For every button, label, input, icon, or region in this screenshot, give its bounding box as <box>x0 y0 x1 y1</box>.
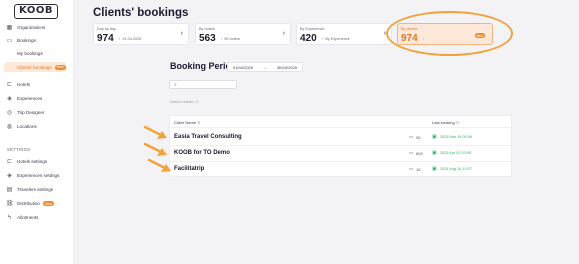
bolt-icon: ϟ <box>7 214 12 221</box>
new-badge: New <box>54 64 66 70</box>
kpi-label: By Experience <box>300 27 325 31</box>
search-icon: ⌕ <box>174 82 177 88</box>
briefcase-icon: ▭ <box>6 37 13 44</box>
booking-count: 10 <box>416 167 421 172</box>
chevron-right-icon: › <box>180 30 183 37</box>
sidebar-item-distribution[interactable]: ⛓ Distribution New <box>6 198 54 209</box>
sort-icon: ⇅ <box>197 120 201 125</box>
kpi-card-day-by-day[interactable]: Day by day 974 › 01.04.2025 › <box>93 23 189 45</box>
sidebar-item-organizations[interactable]: ▦ Organizations <box>6 22 46 33</box>
message-icon[interactable]: ▭ <box>409 150 413 156</box>
bed-icon: ⊏ <box>6 81 13 88</box>
sidebar-item-label: Organizations <box>17 25 46 30</box>
calendar-icon: ▣ <box>432 134 437 140</box>
calendar-icon: ▣ <box>432 150 437 156</box>
settings-section-label: SETTINGS <box>7 147 31 152</box>
compass-icon: ◈ <box>7 172 12 179</box>
kpi-label: By hotels <box>199 27 215 31</box>
sidebar-item-clients-bookings[interactable]: Clients' bookings New <box>4 62 66 72</box>
building-icon: ▦ <box>6 24 13 31</box>
sidebar-item-label: My bookings <box>17 50 43 56</box>
koob-logo[interactable]: KOOB <box>14 4 58 19</box>
compass-icon: ◈ <box>7 95 12 102</box>
clients-table: Client Name ⇅ Last booking ⇅ Easia Trave… <box>169 115 512 177</box>
client-name[interactable]: Easia Travel Consulting <box>174 134 242 140</box>
message-icon[interactable]: ▭ <box>409 166 413 172</box>
sidebar-item-label: Experiences settings <box>17 173 60 178</box>
new-badge: New <box>42 201 54 206</box>
globe-icon: ◍ <box>6 123 13 130</box>
last-booking-date: 2025 Mar 15 09:36 <box>440 135 472 139</box>
date-range-picker[interactable]: 01/04/2025 → 30/04/2025 <box>227 62 303 72</box>
search-results-note: Search results • 3 <box>170 100 199 104</box>
kpi-meta: › 50 hotels <box>221 37 240 41</box>
end-date: 30/04/2025 <box>276 64 297 70</box>
booking-count: 602 <box>416 151 423 156</box>
sidebar-item-label: Bookings <box>17 38 36 43</box>
kpi-meta: › By Experience <box>322 37 350 41</box>
arrow-right-icon: → <box>262 64 267 70</box>
kpi-value: 974 <box>97 33 114 44</box>
sidebar-item-locations[interactable]: ◍ Locations <box>6 121 37 132</box>
kpi-value: 563 <box>199 33 216 44</box>
sidebar-item-hotels[interactable]: ⊏ Hotels <box>6 79 30 90</box>
sidebar-item-experiences[interactable]: ◈ Experiences <box>6 93 42 104</box>
client-name[interactable]: KOOB for TO Demo <box>174 150 230 156</box>
chevron-right-icon: › <box>282 30 285 37</box>
sidebar-item-label: Hotels settings <box>17 159 48 164</box>
share-icon: ⛓ <box>6 200 14 207</box>
sort-icon: ⇅ <box>455 120 460 125</box>
sidebar-item-travelers-settings[interactable]: ▤ Travelers settings <box>6 184 53 195</box>
highlight-ellipse-annotation <box>386 11 513 56</box>
column-header-last-booking[interactable]: Last booking ⇅ <box>432 120 459 125</box>
sidebar-item-label: Clients' bookings <box>17 64 52 70</box>
kpi-meta: › 01.04.2025 <box>119 37 142 41</box>
kpi-card-by-experience[interactable]: By Experience 420 › By Experience › <box>296 23 392 45</box>
start-date: 01/04/2025 <box>232 64 254 70</box>
message-icon[interactable]: ▭ <box>409 134 413 140</box>
sidebar-item-allotments[interactable]: ϟ Allotments <box>6 212 39 223</box>
search-input[interactable]: ⌕ <box>169 80 237 89</box>
sidebar-item-label: Allotments <box>17 215 39 220</box>
last-booking-date: 2025 Apr 02 10:55 <box>440 151 472 155</box>
divider <box>170 127 511 128</box>
sidebar-item-label: Distribution <box>17 201 40 206</box>
sidebar: KOOB ▦ Organizations ▭ Bookings My booki… <box>0 0 74 264</box>
map-pin-icon: ◎ <box>6 109 13 116</box>
kpi-card-by-hotels[interactable]: By hotels 563 › 50 hotels › <box>195 23 291 45</box>
column-header-client[interactable]: Client Name ⇅ <box>174 120 201 125</box>
bed-icon: ⊏ <box>6 158 13 165</box>
sidebar-item-label: Experiences <box>17 96 43 101</box>
arrow-annotation <box>147 158 171 172</box>
users-icon: ▤ <box>6 186 13 193</box>
sidebar-item-bookings[interactable]: ▭ Bookings <box>6 35 36 46</box>
sidebar-item-hotels-settings[interactable]: ⊏ Hotels settings <box>6 156 47 167</box>
arrow-annotation <box>143 125 167 139</box>
last-booking-date: 2024 Aug 15 10:07 <box>440 167 472 171</box>
kpi-label: Day by day <box>97 27 116 31</box>
calendar-icon: ▣ <box>432 166 437 172</box>
kpi-value: 420 <box>300 33 317 44</box>
client-name[interactable]: Facilitatrip <box>174 166 204 172</box>
sidebar-item-trip-designer[interactable]: ◎ Trip Designer <box>6 107 45 118</box>
sidebar-item-label: Trip Designer <box>17 110 45 115</box>
page-title: Clients' bookings <box>93 7 189 19</box>
sidebar-item-label: Locations <box>17 124 37 129</box>
divider <box>170 145 511 146</box>
sidebar-item-my-bookings[interactable]: My bookings <box>17 48 43 58</box>
sidebar-item-label: Travelers settings <box>17 187 54 192</box>
booking-count: 30 <box>416 135 421 140</box>
sidebar-item-experiences-settings[interactable]: ◈ Experiences settings <box>6 170 59 181</box>
sidebar-item-label: Hotels <box>17 82 31 87</box>
divider <box>170 161 511 162</box>
